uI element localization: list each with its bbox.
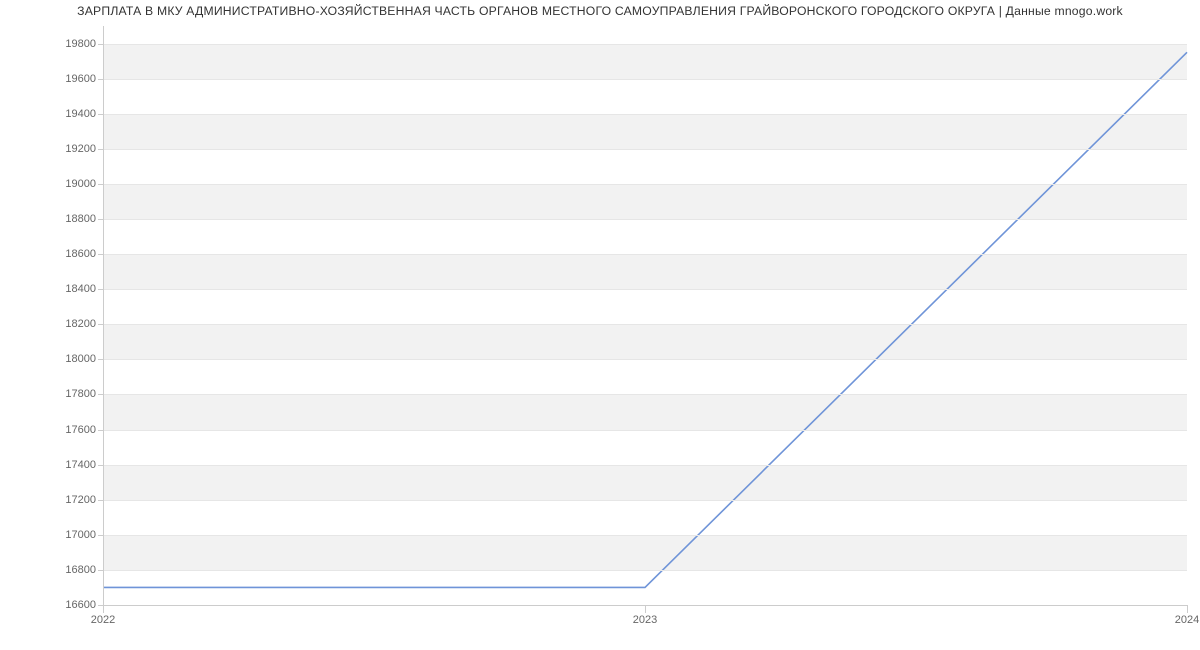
y-gridline bbox=[103, 114, 1187, 115]
y-gridline bbox=[103, 289, 1187, 290]
y-gridline bbox=[103, 570, 1187, 571]
y-tick-label: 17800 bbox=[6, 388, 96, 400]
y-tick-label: 19400 bbox=[6, 108, 96, 120]
y-gridline bbox=[103, 465, 1187, 466]
y-tick bbox=[98, 254, 103, 255]
y-gridline bbox=[103, 44, 1187, 45]
y-tick bbox=[98, 570, 103, 571]
y-gridline bbox=[103, 359, 1187, 360]
x-tick bbox=[103, 605, 104, 613]
y-tick bbox=[98, 149, 103, 150]
y-gridline bbox=[103, 430, 1187, 431]
x-tick-label: 2024 bbox=[1175, 614, 1199, 626]
y-gridline bbox=[103, 500, 1187, 501]
y-tick-label: 16800 bbox=[6, 564, 96, 576]
chart-title: ЗАРПЛАТА В МКУ АДМИНИСТРАТИВНО-ХОЗЯЙСТВЕ… bbox=[0, 4, 1200, 18]
y-gridline bbox=[103, 79, 1187, 80]
y-tick bbox=[98, 79, 103, 80]
y-tick-label: 19000 bbox=[6, 178, 96, 190]
y-gridline bbox=[103, 219, 1187, 220]
y-tick-label: 17400 bbox=[6, 459, 96, 471]
y-tick bbox=[98, 114, 103, 115]
y-tick-label: 18200 bbox=[6, 318, 96, 330]
y-tick bbox=[98, 535, 103, 536]
y-gridline bbox=[103, 254, 1187, 255]
plot-area bbox=[103, 26, 1187, 605]
y-tick-label: 18400 bbox=[6, 283, 96, 295]
y-tick bbox=[98, 394, 103, 395]
y-tick bbox=[98, 289, 103, 290]
x-tick-label: 2023 bbox=[633, 614, 657, 626]
y-tick-label: 18800 bbox=[6, 213, 96, 225]
y-tick-label: 17200 bbox=[6, 494, 96, 506]
y-tick bbox=[98, 500, 103, 501]
y-tick bbox=[98, 359, 103, 360]
y-tick-label: 17600 bbox=[6, 424, 96, 436]
y-tick-label: 18600 bbox=[6, 248, 96, 260]
y-tick bbox=[98, 430, 103, 431]
y-gridline bbox=[103, 394, 1187, 395]
y-gridline bbox=[103, 184, 1187, 185]
y-tick-label: 17000 bbox=[6, 529, 96, 541]
y-gridline bbox=[103, 535, 1187, 536]
y-gridline bbox=[103, 324, 1187, 325]
y-tick-label: 18000 bbox=[6, 353, 96, 365]
y-tick bbox=[98, 324, 103, 325]
y-tick bbox=[98, 465, 103, 466]
chart-container: ЗАРПЛАТА В МКУ АДМИНИСТРАТИВНО-ХОЗЯЙСТВЕ… bbox=[0, 0, 1200, 650]
y-tick-label: 19600 bbox=[6, 73, 96, 85]
y-tick-label: 16600 bbox=[6, 599, 96, 611]
series-line bbox=[103, 52, 1187, 587]
y-tick bbox=[98, 44, 103, 45]
y-axis-line bbox=[103, 26, 104, 605]
y-gridline bbox=[103, 149, 1187, 150]
y-tick bbox=[98, 219, 103, 220]
y-tick-label: 19800 bbox=[6, 38, 96, 50]
x-tick bbox=[645, 605, 646, 613]
x-tick-label: 2022 bbox=[91, 614, 115, 626]
y-tick-label: 19200 bbox=[6, 143, 96, 155]
y-tick bbox=[98, 184, 103, 185]
x-tick bbox=[1187, 605, 1188, 613]
